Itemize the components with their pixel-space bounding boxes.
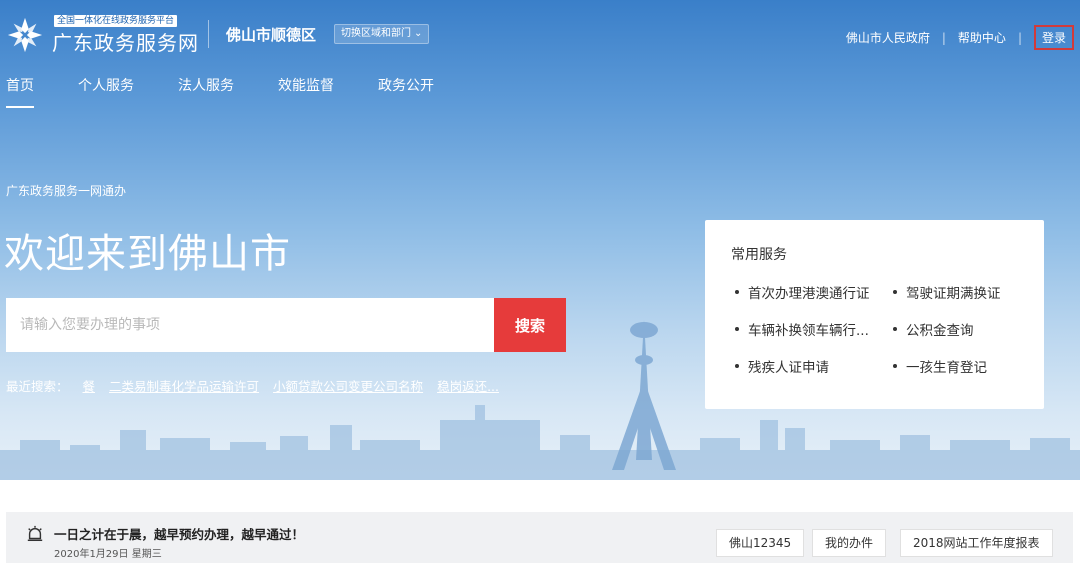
login-button[interactable]: 登录 [1033,25,1074,50]
service-item[interactable]: 残疾人证申请 [735,356,829,376]
service-item[interactable]: 驾驶证期满换证 [893,282,1001,302]
recent-search-item[interactable]: 小额贷款公司变更公司名称 [273,376,423,395]
link-separator: | [1017,30,1022,45]
nav-legal-entity-services[interactable]: 法人服务 [178,76,234,96]
recent-searches: 最近搜索： 餐 二类易制毒化学品运输许可 小额贷款公司变更公司名称 稳岗返还..… [6,376,499,395]
quick-link-annual-report[interactable]: 2018网站工作年度报表 [900,529,1053,557]
current-region: 佛山市顺德区 [226,26,317,44]
recent-search-item[interactable]: 餐 [83,376,96,395]
search-button[interactable]: 搜索 [494,298,566,352]
nav-government-affairs[interactable]: 政务公开 [378,76,434,96]
top-links: 佛山市人民政府 | 帮助中心 | 登录 [846,25,1074,50]
welcome-heading: 欢迎来到佛山市 [4,231,291,277]
common-services-panel: 常用服务 首次办理港澳通行证 驾驶证期满换证 车辆补换领车辆行... 公积金查询… [705,220,1044,409]
notice-text: 一日之计在于晨，越早预约办理，越早通过！ [54,527,305,542]
current-date: 2020年1月29日 星期三 [54,549,162,560]
nav-efficiency-supervision[interactable]: 效能监督 [278,76,334,96]
service-item[interactable]: 公积金查询 [893,319,974,339]
service-item[interactable]: 车辆补换领车辆行... [735,319,869,339]
chevron-down-icon: ⌄ [414,28,423,39]
guangdong-logo-icon[interactable] [6,16,44,54]
link-separator: | [941,30,946,45]
nav-personal-services[interactable]: 个人服务 [78,76,134,96]
common-services-title: 常用服务 [731,247,787,263]
hero-tagline: 广东政务服务一网通办 [6,184,127,198]
link-foshan-gov[interactable]: 佛山市人民政府 [846,29,930,46]
quick-link-foshan-12345[interactable]: 佛山12345 [716,529,805,557]
recent-searches-label: 最近搜索： [6,379,69,394]
link-help-center[interactable]: 帮助中心 [958,29,1006,46]
search-input[interactable] [6,298,494,352]
search-box: 搜索 [6,298,566,352]
header-divider [208,20,209,48]
nav-home[interactable]: 首页 [6,76,34,108]
service-item[interactable]: 一孩生育登记 [893,356,987,376]
switch-region-label: 切换区域和部门 [341,28,411,39]
switch-region-button[interactable]: 切换区域和部门 ⌄ [334,24,430,44]
site-name[interactable]: 广东政务服务网 [52,30,199,56]
recent-search-item[interactable]: 稳岗返还... [437,376,499,395]
alarm-bell-icon [27,525,43,542]
quick-link-my-applications[interactable]: 我的办件 [812,529,887,557]
main-nav: 首页 个人服务 法人服务 效能监督 政务公开 [6,76,478,108]
recent-search-item[interactable]: 二类易制毒化学品运输许可 [109,376,259,395]
platform-tag: 全国一体化在线政务服务平台 [54,15,178,27]
site-header: 全国一体化在线政务服务平台 广东政务服务网 佛山市顺德区 切换区域和部门 ⌄ 佛… [0,0,1080,70]
notice-bar: 一日之计在于晨，越早预约办理，越早通过！ 2020年1月29日 星期三 佛山12… [6,512,1073,563]
service-item[interactable]: 首次办理港澳通行证 [735,282,870,302]
